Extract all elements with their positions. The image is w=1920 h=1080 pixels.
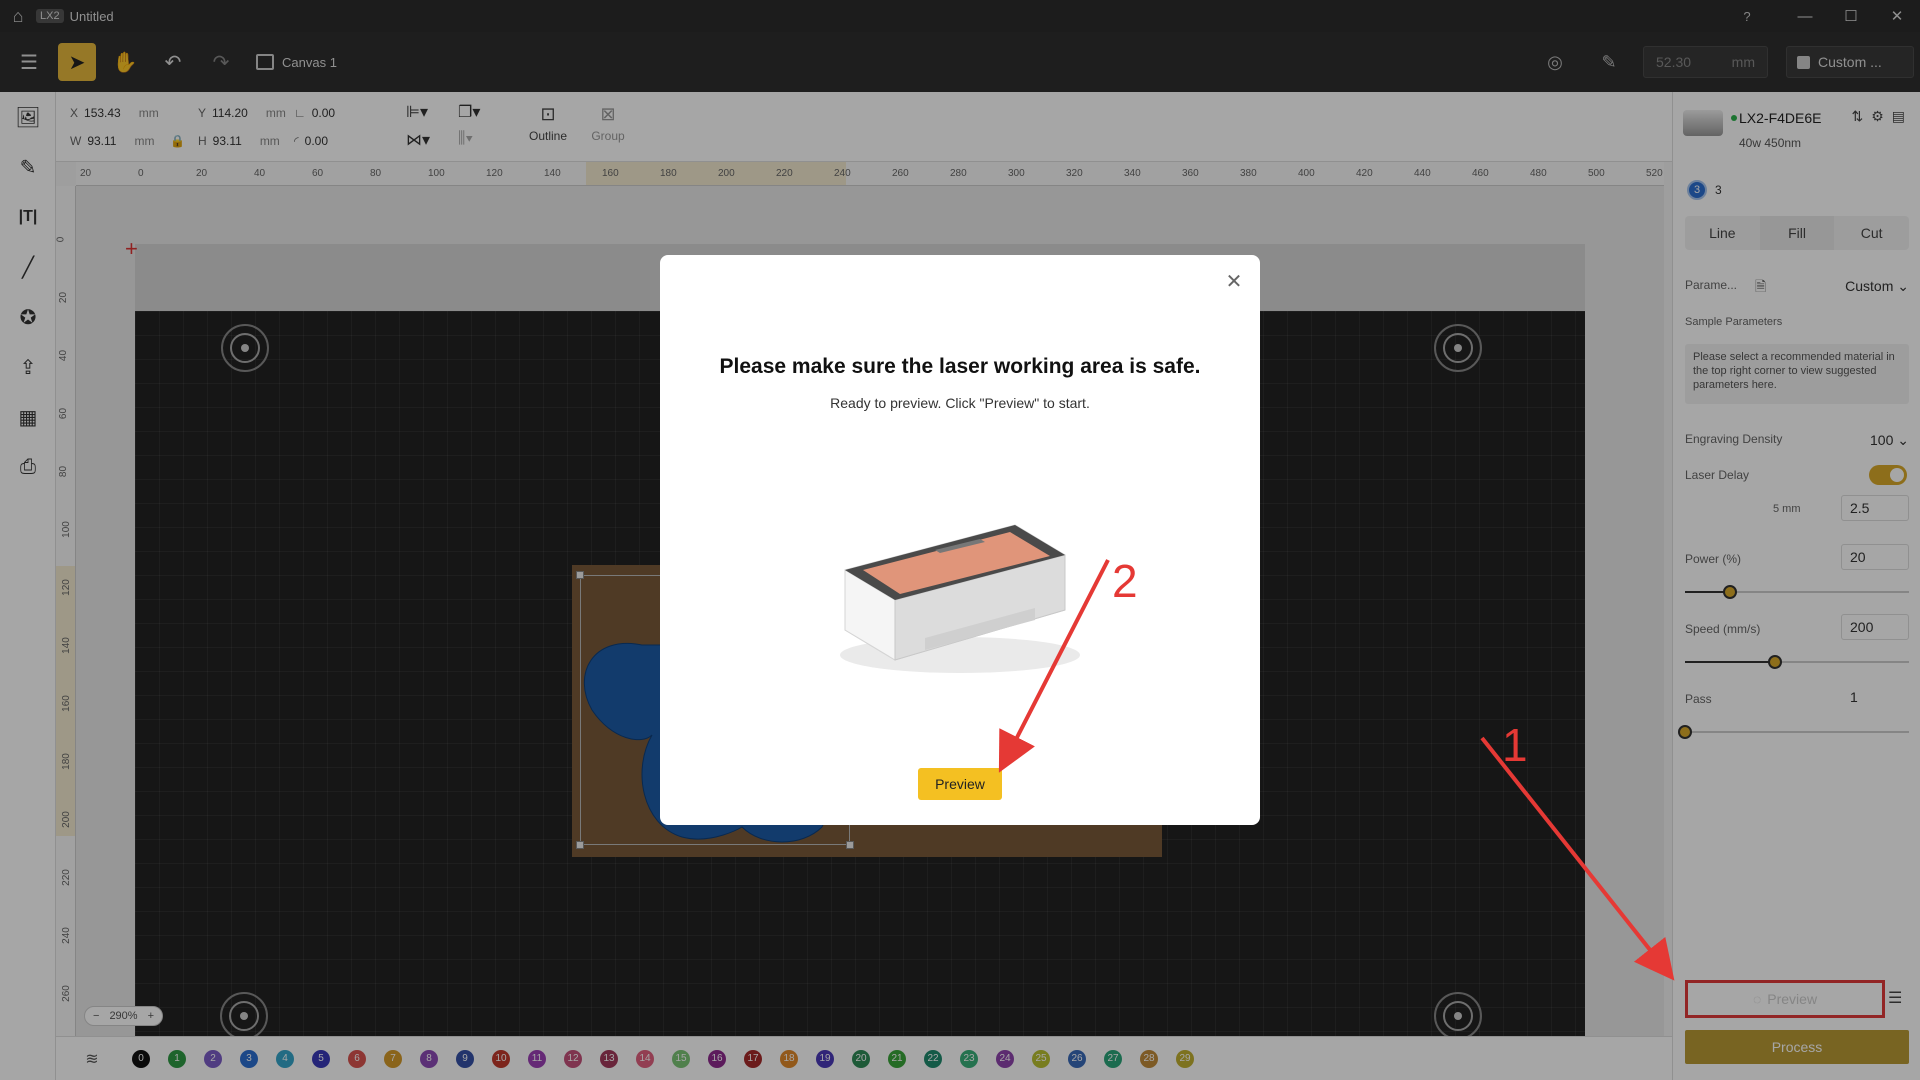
dialog-preview-button[interactable]: Preview [918,768,1002,800]
close-icon[interactable]: ✕ [1222,269,1246,293]
annotation-number-1: 1 [1502,719,1528,771]
laser-machine-illustration [840,524,1080,673]
safety-dialog: ✕ Please make sure the laser working are… [660,255,1260,825]
dialog-subtitle: Ready to preview. Click "Preview" to sta… [830,395,1090,411]
dialog-title: Please make sure the laser working area … [719,355,1201,378]
annotation-number-2: 2 [1112,555,1138,607]
